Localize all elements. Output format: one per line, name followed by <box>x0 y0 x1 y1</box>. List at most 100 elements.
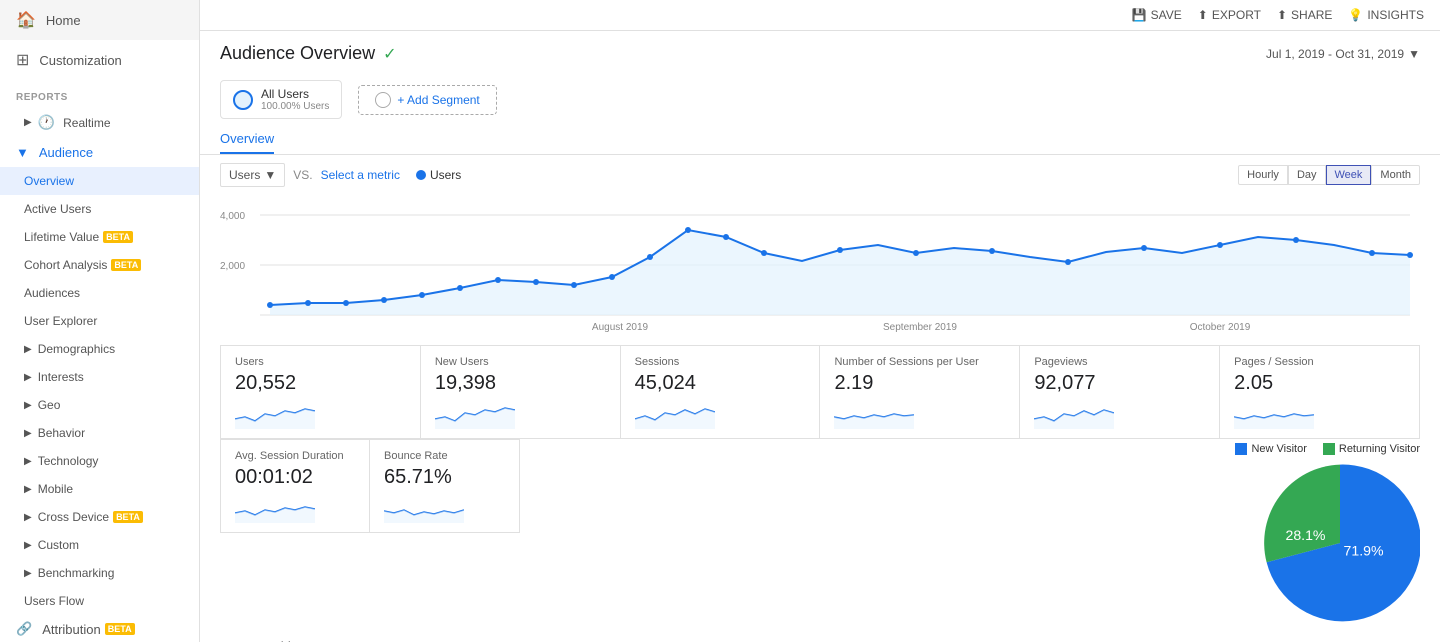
stat-spu-value: 2.19 <box>834 372 1005 395</box>
sidebar-item-cross-device[interactable]: ▶ Cross Device BETA <box>0 503 199 531</box>
line-chart: 4,000 2,000 August 2019 September 2019 O… <box>220 195 1420 335</box>
chart-legend: Users <box>416 168 461 182</box>
audiences-label: Audiences <box>24 286 80 300</box>
cohort-analysis-label: Cohort Analysis <box>24 258 107 272</box>
stat-new-users-value: 19,398 <box>435 372 606 395</box>
sidebar-item-lifetime-value[interactable]: Lifetime Value BETA <box>0 223 199 251</box>
hourly-btn[interactable]: Hourly <box>1238 165 1288 185</box>
sidebar-realtime-label: Realtime <box>63 116 110 130</box>
new-users-mini-chart <box>435 399 515 429</box>
cross-device-beta: BETA <box>113 511 143 523</box>
sidebar-customization-label: Customization <box>39 53 121 68</box>
segment-name: All Users <box>261 87 329 101</box>
metric-select-arrow: ▼ <box>264 168 276 182</box>
sidebar-audience-label: Audience <box>39 145 93 160</box>
stat-users-value: 20,552 <box>235 372 406 395</box>
pie-chart-section: New Visitor Returning Visitor 71.9% <box>1235 439 1420 623</box>
month-btn[interactable]: Month <box>1371 165 1420 185</box>
stat-spu-label: Number of Sessions per User <box>834 356 1005 368</box>
stats-row-2: Avg. Session Duration 00:01:02 Bounce Ra… <box>200 439 1440 629</box>
sidebar-item-audience[interactable]: ▼ Audience <box>0 138 199 167</box>
sidebar-item-geo[interactable]: ▶ Geo <box>0 391 199 419</box>
sidebar-item-custom[interactable]: ▶ Custom <box>0 531 199 559</box>
users-legend-label: Users <box>430 168 461 182</box>
sidebar: 🏠 Home ⊞ Customization REPORTS ▶ 🕐 Realt… <box>0 0 200 642</box>
date-range-selector[interactable]: Jul 1, 2019 - Oct 31, 2019 ▼ <box>1266 47 1420 61</box>
sidebar-item-audiences[interactable]: Audiences <box>0 279 199 307</box>
export-label: EXPORT <box>1212 8 1261 22</box>
stat-users: Users 20,552 <box>220 345 421 439</box>
sidebar-item-demographics[interactable]: ▶ Demographics <box>0 335 199 363</box>
new-visitor-label: New Visitor <box>1251 443 1306 455</box>
sidebar-item-realtime[interactable]: ▶ 🕐 Realtime <box>0 107 199 138</box>
day-btn[interactable]: Day <box>1288 165 1326 185</box>
sidebar-item-technology[interactable]: ▶ Technology <box>0 447 199 475</box>
custom-expand-icon: ▶ <box>24 540 32 551</box>
main-content: 💾 SAVE ⬆ EXPORT ⬆ SHARE 💡 INSIGHTS Audie… <box>200 0 1440 642</box>
sidebar-item-mobile[interactable]: ▶ Mobile <box>0 475 199 503</box>
returning-visitor-pct-label: 28.1% <box>1285 527 1325 543</box>
home-icon: 🏠 <box>16 10 36 30</box>
sidebar-item-active-users[interactable]: Active Users <box>0 195 199 223</box>
spu-mini-chart <box>834 399 914 429</box>
customization-icon: ⊞ <box>16 50 29 70</box>
users-legend-dot <box>416 170 426 180</box>
stat-pageviews: Pageviews 92,077 <box>1020 345 1220 439</box>
new-visitor-legend: New Visitor <box>1235 443 1306 455</box>
insights-icon: 💡 <box>1348 8 1363 22</box>
insights-label: INSIGHTS <box>1367 8 1424 22</box>
select-metric-link[interactable]: Select a metric <box>321 168 400 182</box>
time-controls: Hourly Day Week Month <box>1238 165 1420 185</box>
geo-label: Geo <box>38 398 61 412</box>
chart-controls: Users ▼ VS. Select a metric Users Hourly… <box>220 163 1420 187</box>
week-btn[interactable]: Week <box>1326 165 1372 185</box>
add-segment-button[interactable]: + Add Segment <box>358 85 496 115</box>
sidebar-item-behavior[interactable]: ▶ Behavior <box>0 419 199 447</box>
sidebar-item-user-explorer[interactable]: User Explorer <box>0 307 199 335</box>
sidebar-item-cohort-analysis[interactable]: Cohort Analysis BETA <box>0 251 199 279</box>
returning-visitor-dot <box>1323 443 1335 455</box>
insights-button[interactable]: 💡 INSIGHTS <box>1348 8 1424 22</box>
audience-icon: ▼ <box>16 145 29 160</box>
verified-icon: ✓ <box>383 44 396 64</box>
date-range-chevron: ▼ <box>1408 47 1420 61</box>
reports-section-label: REPORTS <box>0 80 199 107</box>
add-segment-label: + Add Segment <box>397 93 479 107</box>
stat-pages-session: Pages / Session 2.05 <box>1220 345 1420 439</box>
segment-all-users[interactable]: All Users 100.00% Users <box>220 80 342 119</box>
stat-br-label: Bounce Rate <box>384 450 505 462</box>
topbar-actions: 💾 SAVE ⬆ EXPORT ⬆ SHARE 💡 INSIGHTS <box>1132 8 1424 22</box>
sidebar-item-customization[interactable]: ⊞ Customization <box>0 40 199 80</box>
sidebar-item-overview[interactable]: Overview <box>0 167 199 195</box>
benchmarking-expand-icon: ▶ <box>24 568 32 579</box>
attribution-label: Attribution <box>42 622 101 637</box>
sidebar-item-benchmarking[interactable]: ▶ Benchmarking <box>0 559 199 587</box>
sidebar-item-users-flow[interactable]: Users Flow <box>0 587 199 615</box>
stat-ps-label: Pages / Session <box>1234 356 1405 368</box>
sidebar-item-interests[interactable]: ▶ Interests <box>0 363 199 391</box>
export-icon: ⬆ <box>1198 8 1208 22</box>
lifetime-value-beta: BETA <box>103 231 133 243</box>
technology-label: Technology <box>38 454 99 468</box>
asd-mini-chart <box>235 493 315 523</box>
save-button[interactable]: 💾 SAVE <box>1132 8 1182 22</box>
attribution-beta: BETA <box>105 623 135 635</box>
page-header: Audience Overview ✓ Jul 1, 2019 - Oct 31… <box>200 31 1440 72</box>
export-button[interactable]: ⬆ EXPORT <box>1198 8 1261 22</box>
sidebar-item-attribution[interactable]: 🔗 Attribution BETA <box>0 615 199 642</box>
overview-tab[interactable]: Overview <box>220 131 274 154</box>
cross-device-label: Cross Device <box>38 510 109 524</box>
segment-sub: 100.00% Users <box>261 101 329 112</box>
interests-expand-icon: ▶ <box>24 372 32 383</box>
active-users-label: Active Users <box>24 202 91 216</box>
metric-select-label: Users <box>229 168 260 182</box>
stat-pv-label: Pageviews <box>1034 356 1205 368</box>
user-explorer-label: User Explorer <box>24 314 97 328</box>
stats-row: Users 20,552 New Users 19,398 Sessions 4… <box>200 335 1440 439</box>
date-range-text: Jul 1, 2019 - Oct 31, 2019 <box>1266 47 1404 61</box>
metric-select-dropdown[interactable]: Users ▼ <box>220 163 285 187</box>
share-button[interactable]: ⬆ SHARE <box>1277 8 1332 22</box>
sidebar-item-home[interactable]: 🏠 Home <box>0 0 199 40</box>
stat-new-users-label: New Users <box>435 356 606 368</box>
pv-mini-chart <box>1034 399 1114 429</box>
